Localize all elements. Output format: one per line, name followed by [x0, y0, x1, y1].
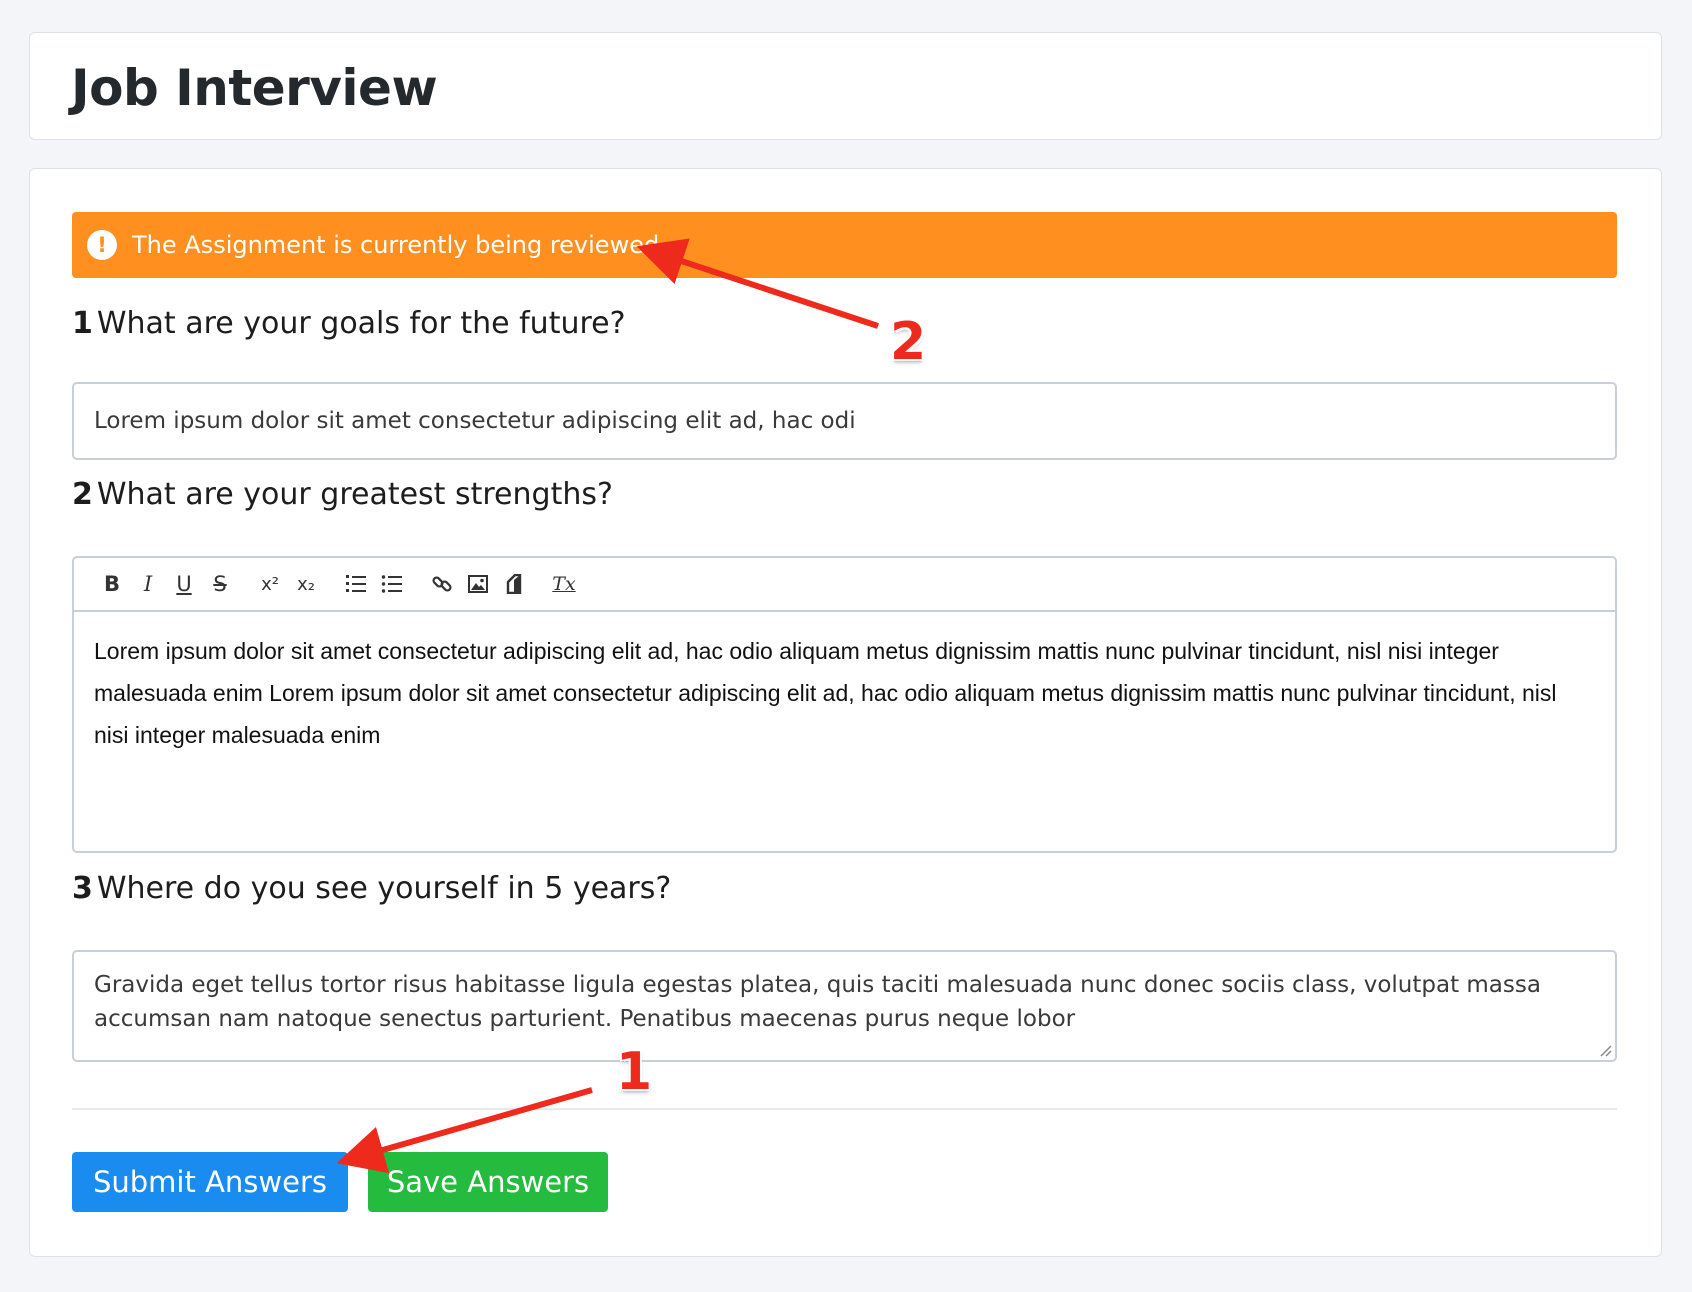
annotation-arrow-2	[636, 238, 879, 329]
annotation-number-1: 1	[616, 1042, 653, 1102]
annotation-arrow-1	[336, 1087, 593, 1174]
annotation-number-2: 2	[890, 312, 927, 372]
annotation-arrows	[336, 238, 879, 1174]
